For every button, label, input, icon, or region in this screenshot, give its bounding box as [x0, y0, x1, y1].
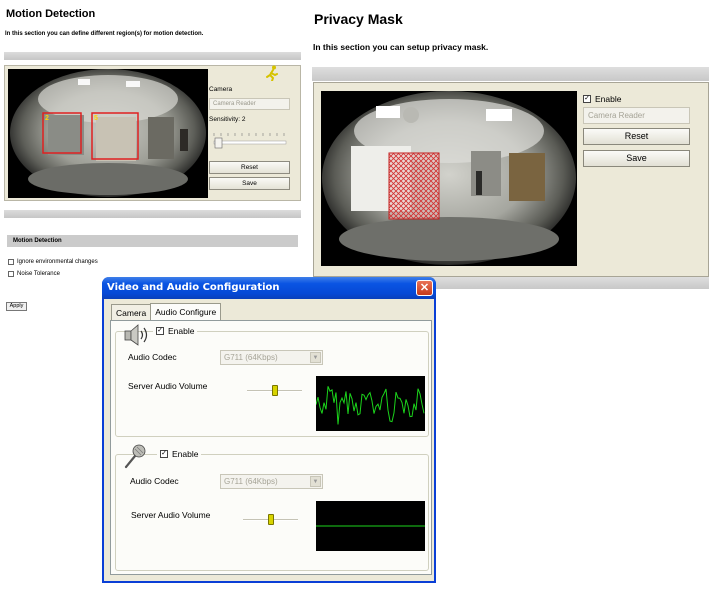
motion-detection-panel: Motion Detection In this section you can… [2, 4, 308, 311]
save-button[interactable]: Save [209, 177, 290, 190]
tab-strip: Camera Audio Configure [111, 303, 222, 321]
section-description: In this section you can define different… [5, 31, 204, 37]
audio-waveform [316, 501, 425, 551]
checkmark-icon: ✓ [156, 327, 164, 335]
divider-band [4, 52, 301, 60]
sensitivity-label: Sensitivity: 2 [209, 116, 246, 123]
tab-camera[interactable]: Camera [111, 304, 152, 321]
dropdown-arrow-icon: ▼ [310, 352, 321, 363]
camera-field[interactable]: Camera Reader [583, 107, 690, 124]
running-man-icon [266, 65, 278, 81]
enable-label: Enable [172, 449, 199, 459]
audio-waveform [316, 376, 425, 431]
divider-band [4, 210, 301, 218]
section-description: In this section you can setup privacy ma… [313, 42, 489, 52]
codec-label: Audio Codec [130, 476, 179, 486]
tab-audio-configure[interactable]: Audio Configure [150, 303, 222, 320]
checkmark-icon: ✓ [583, 95, 591, 103]
fisheye-image [321, 91, 577, 266]
checkmark-icon: ✓ [160, 450, 168, 458]
volume-slider-thumb[interactable] [267, 514, 274, 525]
enable-checkbox[interactable]: ✓ Enable [583, 94, 621, 104]
volume-label: Server Audio Volume [128, 381, 208, 391]
section-header: Motion Detection [7, 235, 298, 247]
divider-band [312, 67, 709, 81]
noise-tolerance-checkbox[interactable] [8, 271, 14, 277]
option-label: Noise Tolerance [17, 271, 60, 277]
video-audio-dialog: Video and Audio Configuration ✕ Camera A… [102, 277, 436, 583]
camera-field[interactable]: Camera Reader [209, 98, 290, 110]
region-number: 2 [45, 115, 49, 122]
audio-config-panel: ✓ Enable Audio Codec G711 (64Kbps) ▼ Ser… [110, 320, 432, 575]
speaker-enable-checkbox[interactable]: ✓ Enable [153, 326, 198, 336]
volume-slider-thumb[interactable] [271, 385, 278, 396]
dialog-title: Video and Audio Configuration [107, 282, 280, 293]
page-title: Motion Detection [6, 8, 96, 20]
page-title: Privacy Mask [314, 11, 403, 27]
option-label: Ignore environmental changes [17, 259, 98, 265]
fisheye-image [8, 69, 208, 198]
codec-value: G711 (64Kbps) [224, 353, 278, 362]
reset-button[interactable]: Reset [209, 161, 290, 174]
region-number: 5 [94, 115, 98, 122]
close-icon[interactable]: ✕ [416, 280, 433, 296]
apply-button[interactable]: Apply [6, 302, 27, 311]
privacy-mask-panel: Privacy Mask In this section you can set… [312, 5, 709, 289]
dropdown-arrow-icon: ▼ [310, 476, 321, 487]
ignore-changes-checkbox[interactable] [8, 259, 14, 265]
camera-label: Camera [209, 86, 233, 93]
reset-button[interactable]: Reset [583, 128, 690, 145]
title-bar[interactable]: Video and Audio Configuration ✕ [102, 277, 436, 299]
volume-label: Server Audio Volume [131, 510, 211, 520]
enable-label: Enable [595, 94, 622, 104]
codec-select[interactable]: G711 (64Kbps) ▼ [220, 474, 323, 489]
save-button[interactable]: Save [583, 150, 690, 167]
mic-enable-checkbox[interactable]: ✓ Enable [157, 449, 202, 459]
sensitivity-slider[interactable] [212, 132, 288, 152]
privacy-mask-region[interactable] [388, 152, 440, 220]
codec-select[interactable]: G711 (64Kbps) ▼ [220, 350, 323, 365]
camera-view[interactable] [321, 91, 577, 266]
speaker-icon [124, 324, 148, 346]
microphone-icon [124, 444, 146, 469]
codec-value: G711 (64Kbps) [224, 477, 278, 486]
camera-view[interactable]: 2 5 [8, 69, 208, 198]
enable-label: Enable [168, 326, 195, 336]
codec-label: Audio Codec [128, 352, 177, 362]
